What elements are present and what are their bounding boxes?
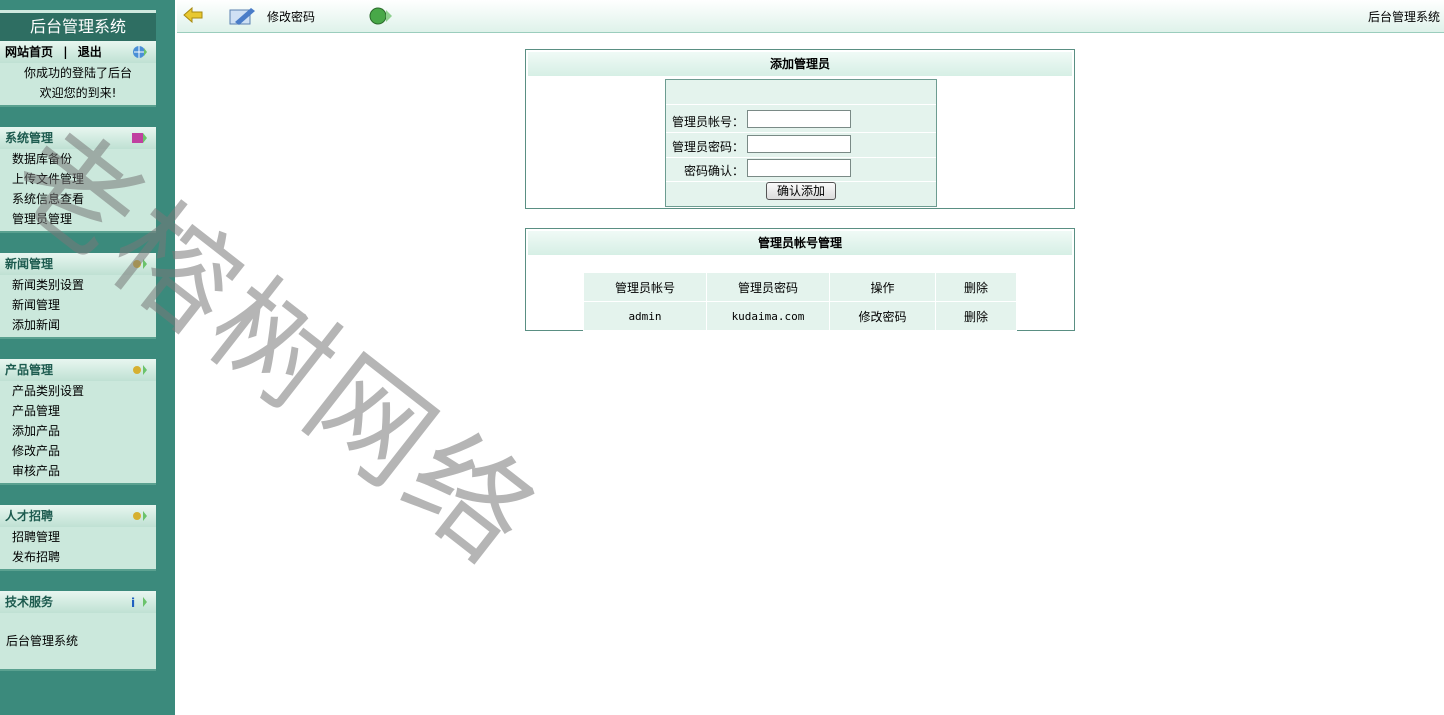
section-tech-support: 技术服务 i 后台管理系统 bbox=[0, 591, 156, 671]
welcome-panel-header: 网站首页 | 退出 bbox=[0, 41, 156, 63]
sidebar-item-system-info[interactable]: 系统信息查看 bbox=[0, 189, 156, 209]
add-admin-title: 添加管理员 bbox=[528, 52, 1072, 76]
account-manage-title: 管理员帐号管理 bbox=[528, 231, 1072, 255]
confirm-input[interactable] bbox=[747, 159, 851, 177]
cell-account: admin bbox=[583, 301, 707, 331]
top-toolbar: 修改密码 后台管理系统 bbox=[177, 0, 1444, 33]
sidebar-item-admin-manage[interactable]: 管理员管理 bbox=[0, 209, 156, 229]
col-account: 管理员帐号 bbox=[583, 272, 707, 302]
table-row: admin kudaima.com 修改密码 删除 bbox=[583, 301, 1017, 331]
gear-icon bbox=[133, 259, 147, 269]
section-tech-support-title: 技术服务 bbox=[5, 595, 54, 609]
sidebar-item-post-job[interactable]: 发布招聘 bbox=[0, 547, 156, 567]
sidebar-item-news-manage[interactable]: 新闻管理 bbox=[0, 295, 156, 315]
section-news-title: 新闻管理 bbox=[5, 257, 54, 271]
add-admin-form: 管理员帐号： 管理员密码： 密码确认： 确认添加 bbox=[665, 79, 937, 207]
edit-icon[interactable] bbox=[227, 4, 257, 28]
delete-action[interactable]: 删除 bbox=[935, 301, 1017, 331]
section-news-header[interactable]: 新闻管理 bbox=[0, 253, 156, 275]
gear-icon bbox=[133, 365, 147, 375]
refresh-icon[interactable] bbox=[367, 5, 393, 27]
accounts-table: 管理员帐号 管理员密码 操作 删除 admin kudaima.com 修改密码… bbox=[583, 272, 1017, 331]
svg-text:i: i bbox=[131, 596, 135, 610]
section-news: 新闻管理 新闻类别设置 新闻管理 添加新闻 bbox=[0, 253, 156, 339]
confirm-row: 密码确认： bbox=[666, 157, 936, 182]
section-jobs-title: 人才招聘 bbox=[5, 509, 54, 523]
section-products-title: 产品管理 bbox=[5, 363, 54, 377]
section-jobs-header[interactable]: 人才招聘 bbox=[0, 505, 156, 527]
change-password-link[interactable]: 修改密码 bbox=[267, 8, 315, 25]
password-label: 管理员密码： bbox=[671, 140, 744, 154]
section-system-header[interactable]: 系统管理 bbox=[0, 127, 156, 149]
sidebar-item-job-manage[interactable]: 招聘管理 bbox=[0, 527, 156, 547]
section-products: 产品管理 产品类别设置 产品管理 添加产品 修改产品 审核产品 bbox=[0, 359, 156, 485]
form-blank-row bbox=[666, 80, 936, 105]
logout-link[interactable]: 退出 bbox=[78, 45, 102, 59]
add-admin-box: 添加管理员 管理员帐号： 管理员密码： 密码确认： 确认添加 bbox=[525, 49, 1075, 209]
separator: | bbox=[63, 45, 68, 59]
sidebar-item-add-product[interactable]: 添加产品 bbox=[0, 421, 156, 441]
home-link[interactable]: 网站首页 bbox=[5, 45, 53, 59]
sidebar-item-product-manage[interactable]: 产品管理 bbox=[0, 401, 156, 421]
password-row: 管理员密码： bbox=[666, 133, 936, 158]
table-header-row: 管理员帐号 管理员密码 操作 删除 bbox=[583, 272, 1017, 302]
system-name-label: 后台管理系统 bbox=[1367, 10, 1440, 24]
account-input[interactable] bbox=[747, 110, 851, 128]
section-tech-support-header[interactable]: 技术服务 i bbox=[0, 591, 156, 613]
confirm-add-button[interactable]: 确认添加 bbox=[766, 182, 836, 200]
col-password: 管理员密码 bbox=[706, 272, 830, 302]
welcome-panel: 网站首页 | 退出 你成功的登陆了后台 欢迎您的到来! bbox=[0, 41, 156, 107]
sidebar-item-add-news[interactable]: 添加新闻 bbox=[0, 315, 156, 335]
col-delete: 删除 bbox=[935, 272, 1017, 302]
section-products-header[interactable]: 产品管理 bbox=[0, 359, 156, 381]
sidebar-item-product-category[interactable]: 产品类别设置 bbox=[0, 381, 156, 401]
welcome-line-2: 欢迎您的到来! bbox=[39, 86, 117, 100]
sidebar-item-upload-files[interactable]: 上传文件管理 bbox=[0, 169, 156, 189]
account-manage-box: 管理员帐号管理 管理员帐号 管理员密码 操作 删除 admin kudaima.… bbox=[525, 228, 1075, 331]
sidebar: 后台管理系统 网站首页 | 退出 你成功的登陆了后台 欢迎您的到来! 系统管理 … bbox=[0, 0, 175, 715]
col-action: 操作 bbox=[829, 272, 936, 302]
cell-password: kudaima.com bbox=[706, 301, 830, 331]
sidebar-item-news-category[interactable]: 新闻类别设置 bbox=[0, 275, 156, 295]
back-arrow-icon[interactable] bbox=[183, 6, 203, 24]
download-icon bbox=[132, 133, 147, 143]
section-system-title: 系统管理 bbox=[5, 131, 54, 145]
gear-icon bbox=[133, 511, 147, 521]
sidebar-item-review-product[interactable]: 审核产品 bbox=[0, 461, 156, 481]
sidebar-title: 后台管理系统 bbox=[0, 10, 156, 41]
tech-support-text: 后台管理系统 bbox=[6, 634, 79, 648]
sidebar-item-edit-product[interactable]: 修改产品 bbox=[0, 441, 156, 461]
confirm-label: 密码确认： bbox=[683, 164, 744, 178]
sidebar-item-db-backup[interactable]: 数据库备份 bbox=[0, 149, 156, 169]
info-icon: i bbox=[131, 596, 147, 610]
account-label: 管理员帐号： bbox=[671, 115, 744, 129]
section-jobs: 人才招聘 招聘管理 发布招聘 bbox=[0, 505, 156, 571]
welcome-line-1: 你成功的登陆了后台 bbox=[23, 66, 132, 80]
globe-icon bbox=[133, 46, 147, 58]
change-password-action[interactable]: 修改密码 bbox=[829, 301, 936, 331]
password-input[interactable] bbox=[747, 135, 851, 153]
account-row: 管理员帐号： bbox=[666, 108, 936, 133]
section-system: 系统管理 数据库备份 上传文件管理 系统信息查看 管理员管理 bbox=[0, 127, 156, 233]
